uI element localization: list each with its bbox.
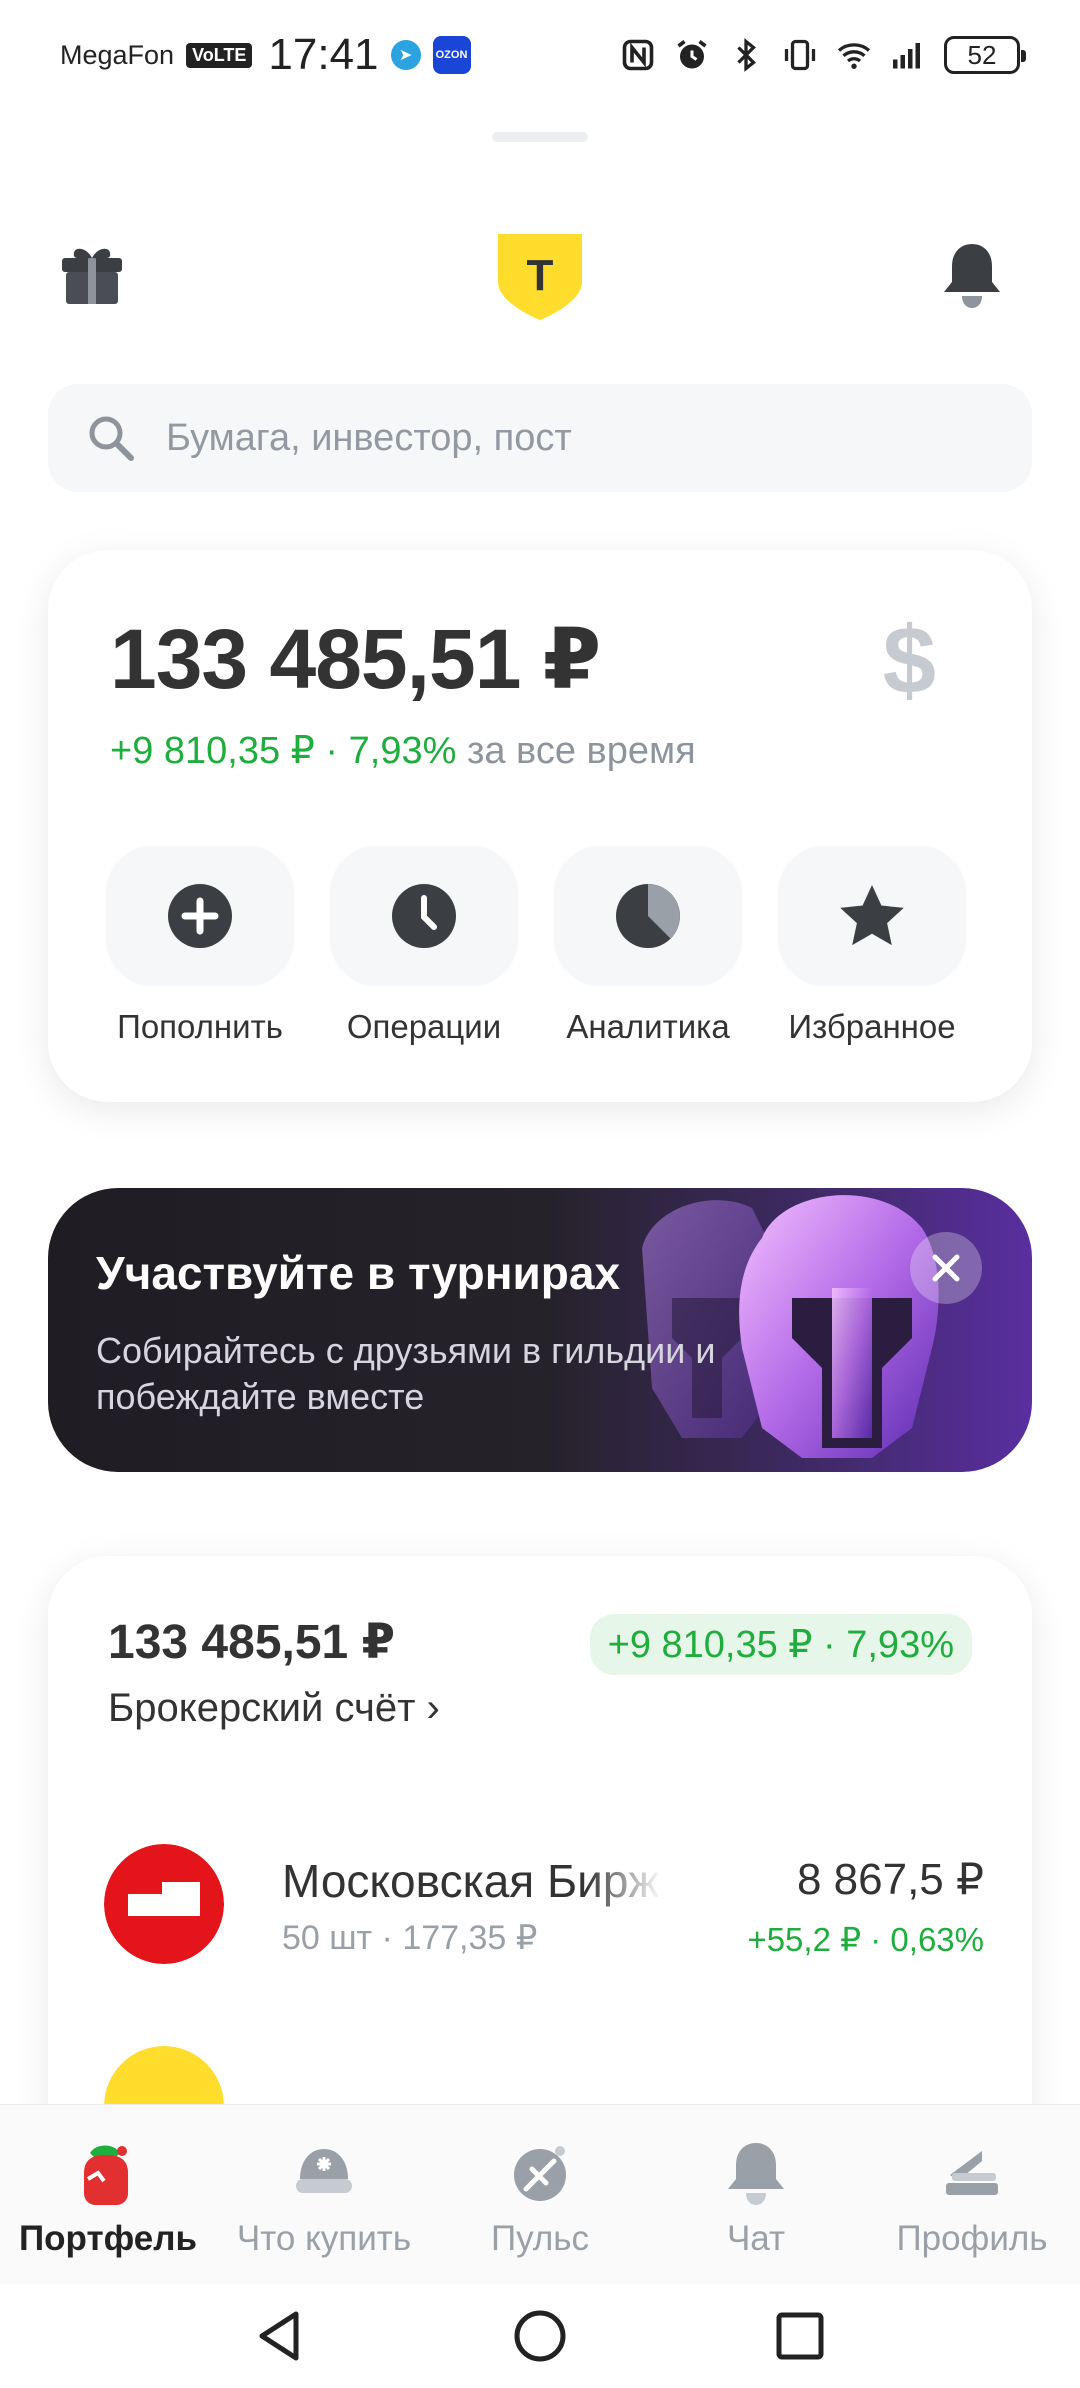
close-icon	[932, 1254, 960, 1282]
top-up-label: Пополнить	[117, 1008, 283, 1045]
top-up-button[interactable]	[106, 846, 294, 986]
change-percent: 7,93%	[348, 730, 457, 772]
back-icon[interactable]	[250, 2306, 310, 2366]
sheet-drag-handle[interactable]	[492, 132, 588, 142]
asset-name: Московская Биржа	[282, 1855, 662, 1907]
change-period: за все время	[466, 730, 696, 772]
portfolio-change-badge: +9 810,35 ₽ · 7,93%	[589, 1614, 972, 1675]
clock: 17:41	[268, 30, 379, 79]
search-bar[interactable]	[48, 384, 1032, 492]
favorites-button[interactable]	[778, 846, 966, 986]
vibrate-icon	[784, 39, 816, 71]
operations-label: Операции	[346, 1008, 502, 1045]
carrier-name: MegaFon	[60, 39, 175, 70]
tournament-promo-banner[interactable]: Участвуйте в турнирах Собирайтесь с друз…	[48, 1188, 1032, 1472]
search-input[interactable]	[166, 416, 966, 460]
balance-card: 133 485,51 ₽ $ +9 810,35 ₽ · 7,93% за вс…	[48, 550, 1032, 1102]
gift-icon[interactable]	[58, 240, 126, 308]
tab-chat[interactable]: Чат	[648, 2105, 864, 2284]
change-absolute: +9 810,35 ₽	[110, 730, 315, 772]
promo-title: Участвуйте в турнирах	[96, 1247, 621, 1299]
balance-change: +9 810,35 ₽ · 7,93% за все время	[110, 728, 696, 773]
top-up-action[interactable]: Пополнить	[106, 846, 294, 1046]
svg-text:Т: Т	[527, 251, 554, 300]
tab-portfolio[interactable]: Портфель	[0, 2105, 216, 2284]
what-to-buy-icon	[296, 2149, 352, 2193]
asset-row[interactable]: Московская Биржа 50 шт · 177,35 ₽ 8 867,…	[48, 1828, 1032, 1988]
recents-icon[interactable]	[770, 2306, 830, 2366]
brokerage-account-link[interactable]: Брокерский счёт ›	[108, 1686, 440, 1731]
system-navigation-bar	[0, 2284, 1080, 2388]
clock-icon	[392, 884, 456, 948]
battery-icon: 52	[944, 36, 1026, 74]
tab-profile[interactable]: Профиль	[864, 2105, 1080, 2284]
pie-chart-icon	[616, 884, 680, 948]
promo-subtitle: Собирайтесь с друзьями в гильдии и побеж…	[96, 1330, 716, 1417]
chat-icon	[728, 2143, 784, 2205]
total-balance: 133 485,51 ₽	[110, 612, 601, 706]
tab-pulse-label: Пульс	[490, 2219, 590, 2258]
wifi-icon	[837, 43, 871, 69]
bottom-navigation: Портфель Что купить Пульс Чат Профиль	[0, 2104, 1080, 2284]
portfolio-total: 133 485,51 ₽	[108, 1616, 395, 1669]
plus-icon	[168, 884, 232, 948]
ozon-app-icon: OZON	[432, 36, 471, 74]
operations-button[interactable]	[330, 846, 518, 986]
bluetooth-icon	[737, 38, 756, 72]
volte-badge: VoLTE	[186, 42, 253, 68]
signal-icon	[893, 43, 920, 69]
close-banner-button[interactable]	[910, 1232, 982, 1304]
analytics-action[interactable]: Аналитика	[554, 846, 742, 1046]
nfc-icon	[622, 39, 654, 71]
currency-dollar-icon[interactable]: $	[883, 606, 936, 716]
asset-value: 8 867,5 ₽	[796, 1855, 984, 1904]
telegram-icon: ➤	[390, 40, 421, 70]
tab-profile-label: Профиль	[896, 2219, 1048, 2258]
status-bar: MegaFon VoLTE 17:41 ➤ OZON 52	[0, 0, 1080, 110]
portfolio-icon	[84, 2145, 128, 2205]
t-bank-logo: Т	[498, 234, 582, 320]
favorites-action[interactable]: Избранное	[778, 846, 966, 1046]
tab-what-to-buy-label: Что купить	[236, 2219, 412, 2258]
tab-what-to-buy[interactable]: Что купить	[216, 2105, 432, 2284]
analytics-label: Аналитика	[566, 1008, 730, 1045]
tab-portfolio-label: Портфель	[19, 2219, 197, 2258]
moex-logo-icon	[104, 1844, 224, 1964]
favorites-label: Избранное	[788, 1008, 956, 1045]
operations-action[interactable]: Операции	[330, 846, 518, 1046]
analytics-button[interactable]	[554, 846, 742, 986]
tab-pulse[interactable]: Пульс	[432, 2105, 648, 2284]
profile-icon	[946, 2151, 998, 2195]
search-icon	[89, 416, 134, 461]
pulse-icon	[514, 2146, 566, 2201]
tab-chat-label: Чат	[726, 2219, 786, 2258]
alarm-icon	[677, 40, 707, 69]
asset-change: +55,2 ₽ · 0,63%	[747, 1921, 984, 1958]
bell-icon[interactable]	[940, 240, 1004, 310]
star-icon	[840, 885, 904, 946]
change-separator: ·	[314, 730, 349, 772]
home-icon[interactable]	[510, 2306, 570, 2366]
asset-quantity: 50 шт · 177,35 ₽	[282, 1919, 538, 1957]
